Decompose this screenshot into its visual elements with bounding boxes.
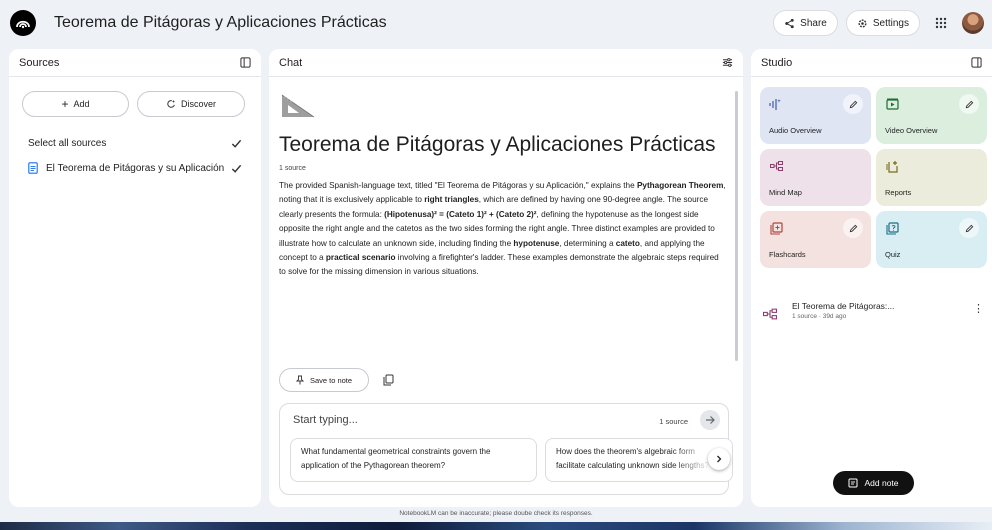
sources-panel: Sources + Add Discover Select all source… [9, 49, 261, 507]
add-source-button[interactable]: + Add [22, 91, 129, 117]
settings-button[interactable]: Settings [845, 10, 920, 36]
edit-video-overview-button[interactable] [959, 94, 979, 114]
mind-map-tile[interactable]: Mind Map [760, 149, 871, 206]
suggested-question[interactable]: What fundamental geometrical constraints… [290, 438, 537, 482]
video-overview-label: Video Overview [885, 126, 938, 135]
chat-source-count: 1 source [279, 165, 306, 172]
reports-icon [885, 159, 899, 173]
select-all-label: Select all sources [28, 138, 107, 149]
audio-overview-label: Audio Overview [769, 126, 822, 135]
chat-input[interactable]: Start typing... [293, 414, 358, 426]
more-vert-icon[interactable]: ⋮ [973, 304, 984, 315]
mind-map-label: Mind Map [769, 188, 802, 197]
sources-title: Sources [19, 56, 60, 69]
edit-audio-overview-button[interactable] [843, 94, 863, 114]
chat-composer[interactable]: Start typing... 1 source What fundamenta… [279, 403, 733, 495]
send-button[interactable] [700, 410, 720, 430]
save-to-note-button[interactable]: Save to note [279, 368, 369, 392]
sources-header: Sources [9, 49, 261, 77]
discover-sources-button[interactable]: Discover [137, 91, 245, 117]
note-subtitle: 1 source · 39d ago [792, 313, 847, 320]
next-suggestions-button[interactable] [708, 448, 730, 470]
discover-label: Discover [180, 99, 216, 109]
select-all-row[interactable]: Select all sources [9, 138, 261, 149]
notebooklm-logo-icon[interactable] [10, 10, 36, 36]
source-item-label: El Teorema de Pitágoras y su Aplicación [46, 162, 225, 174]
chat-summary: The provided Spanish-language text, titl… [279, 179, 727, 280]
flashcards-label: Flashcards [769, 250, 806, 259]
summary-text: , determining a [559, 238, 616, 248]
save-to-note-label: Save to note [309, 375, 353, 385]
share-icon [785, 18, 794, 28]
top-bar: Teorema de Pitágoras y Aplicaciones Prác… [0, 0, 992, 46]
chat-panel: Chat Teorema de Pitágoras y Aplicaciones… [269, 49, 743, 507]
share-label: Share [800, 17, 827, 29]
select-all-checkbox[interactable] [231, 138, 242, 149]
flashcards-icon [769, 221, 783, 235]
pencil-icon [965, 224, 973, 232]
video-overview-tile[interactable]: Video Overview [876, 87, 987, 144]
notebook-title[interactable]: Teorema de Pitágoras y Aplicaciones Prác… [54, 14, 387, 32]
edit-flashcards-button[interactable] [843, 218, 863, 238]
desktop-background-strip [0, 522, 992, 530]
chat-options-icon[interactable] [722, 57, 733, 68]
video-icon [885, 97, 899, 111]
document-icon [28, 162, 38, 174]
flashcards-tile[interactable]: Flashcards [760, 211, 871, 268]
add-note-label: Add note [864, 478, 899, 488]
summary-bold: right triangles [424, 195, 479, 205]
summary-bold: Pythagorean Theorem [636, 181, 724, 190]
collapse-panel-icon[interactable] [971, 57, 982, 68]
summary-text: The provided Spanish-language text, titl… [279, 181, 637, 190]
summary-bold: practical scenario [325, 253, 396, 263]
summary-bold: hypotenuse [513, 238, 560, 248]
composer-source-count: 1 source [659, 417, 688, 426]
chat-scrollbar[interactable] [735, 91, 738, 361]
studio-panel: Studio Audio Overview Video Overview Min… [751, 49, 992, 507]
collapse-panel-icon[interactable] [240, 57, 251, 68]
settings-label: Settings [872, 17, 909, 29]
pencil-icon [849, 224, 857, 232]
pencil-icon [849, 100, 857, 108]
discover-icon [167, 99, 176, 108]
chat-title: Chat [279, 56, 303, 69]
share-button[interactable]: Share [773, 10, 838, 36]
copy-icon[interactable] [383, 374, 394, 386]
reports-tile[interactable]: Reports [876, 149, 987, 206]
quiz-tile[interactable]: Quiz [876, 211, 987, 268]
chat-heading: Teorema de Pitágoras y Aplicaciones Prác… [279, 133, 716, 156]
reports-label: Reports [885, 188, 912, 197]
chat-header: Chat [269, 49, 743, 77]
quiz-label: Quiz [885, 250, 901, 259]
avatar[interactable] [962, 12, 984, 34]
suggested-question[interactable]: How does the theorem's algebraic form fa… [545, 438, 733, 482]
apps-grid-icon[interactable] [928, 10, 954, 36]
gear-icon [858, 18, 867, 28]
add-label: Add [73, 99, 90, 109]
audio-overview-tile[interactable]: Audio Overview [760, 87, 871, 144]
source-checkbox[interactable] [231, 163, 242, 174]
mind-map-icon [769, 159, 783, 173]
triangle-ruler-icon [281, 94, 315, 118]
suggested-question-text: What fundamental geometrical constraints… [301, 447, 491, 470]
arrow-right-icon [706, 416, 715, 424]
mind-map-icon [763, 308, 777, 320]
quiz-icon [885, 221, 899, 235]
plus-icon: + [61, 97, 69, 111]
pencil-icon [965, 100, 973, 108]
pin-icon [295, 375, 304, 385]
summary-bold: (Hipotenusa)² = (Cateto 1)² + (Cateto 2)… [384, 209, 537, 219]
add-note-button[interactable]: Add note [833, 471, 914, 495]
summary-bold: cateto [615, 238, 640, 248]
note-title: El Teorema de Pitágoras:... [792, 301, 895, 311]
chevron-right-icon [717, 455, 722, 463]
audio-waveform-icon [769, 97, 783, 111]
note-icon [848, 478, 858, 488]
saved-note-item[interactable]: El Teorema de Pitágoras:... 1 source · 3… [763, 301, 984, 321]
disclaimer-text: NotebookLM can be inaccurate; please dou… [399, 510, 593, 517]
source-item[interactable]: El Teorema de Pitágoras y su Aplicación [9, 162, 261, 174]
studio-title: Studio [761, 56, 793, 69]
edit-quiz-button[interactable] [959, 218, 979, 238]
studio-header: Studio [751, 49, 992, 77]
